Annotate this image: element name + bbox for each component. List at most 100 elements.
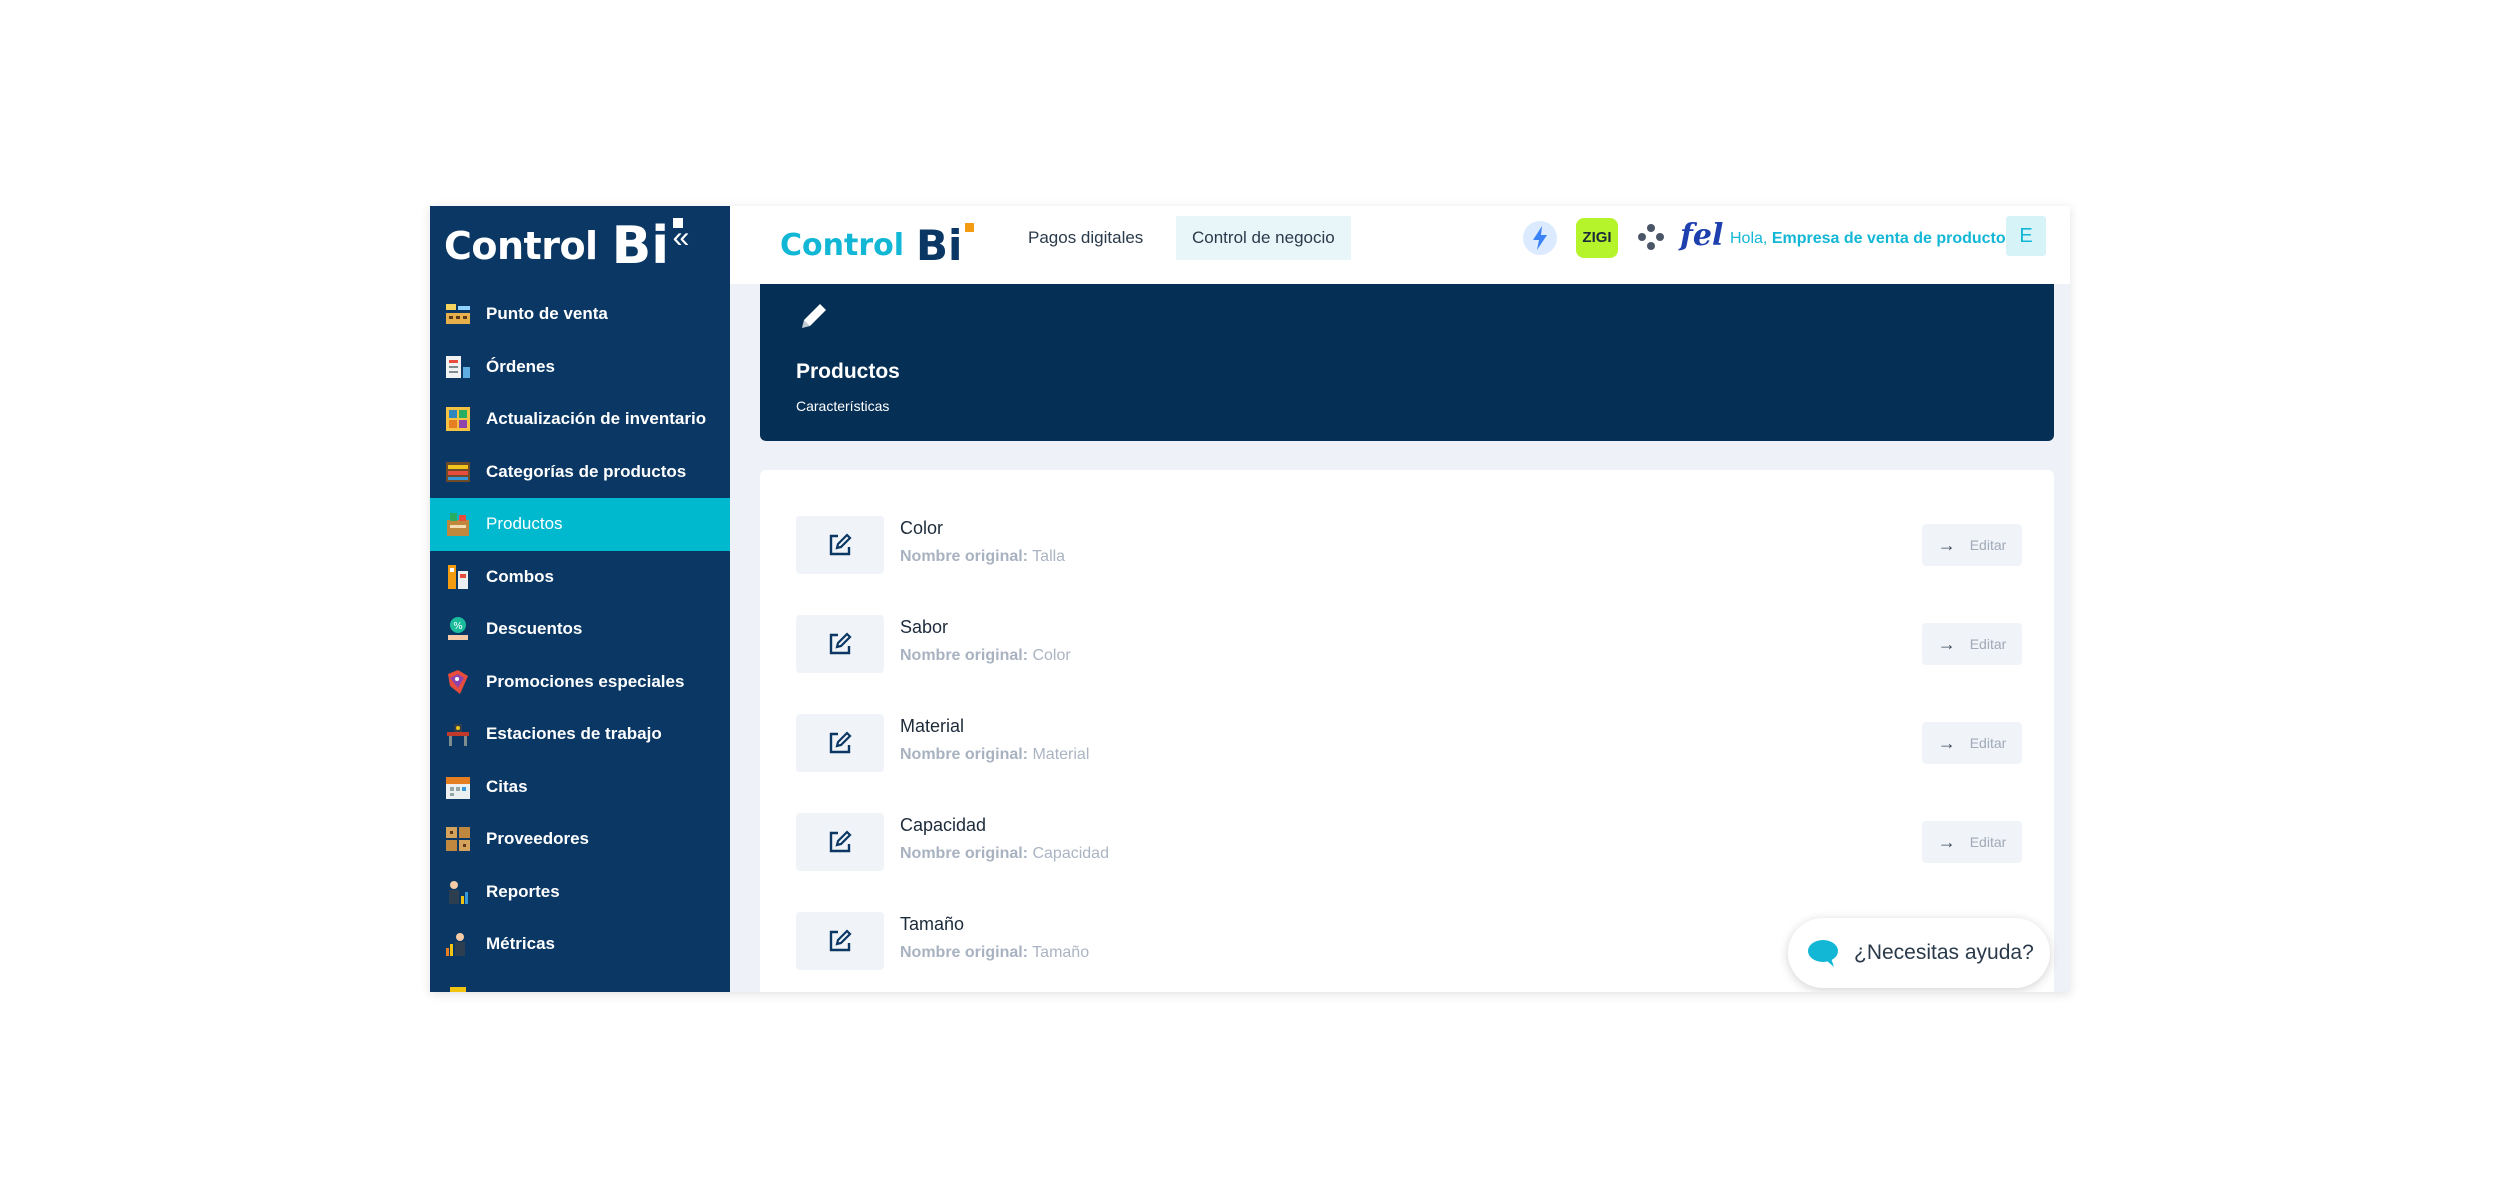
header-logo[interactable]: Control Bi	[780, 218, 975, 272]
editar-button[interactable]: → Editar	[1922, 623, 2022, 665]
workstations-icon	[447, 724, 469, 747]
sidebar-item-label: Descuentos	[486, 619, 583, 639]
feature-row: Sabor Nombre original: Color → Editar	[796, 613, 2022, 677]
sidebar-item-combos[interactable]: Combos	[430, 551, 730, 604]
sidebar-item-ordenes[interactable]: Órdenes	[430, 341, 730, 394]
sidebar-item-label: Estaciones de trabajo	[486, 724, 662, 744]
sidebar-item-reportes[interactable]: Reportes	[430, 866, 730, 919]
page-subtitle: Características	[796, 398, 890, 414]
feature-row: Material Nombre original: Material → Edit…	[796, 712, 2022, 776]
row-edit-button[interactable]	[796, 615, 884, 673]
products-icon	[447, 513, 469, 537]
suppliers-icon	[446, 827, 470, 852]
collapse-sidebar-icon[interactable]: «	[666, 220, 696, 256]
calendar-icon	[446, 776, 470, 799]
nav-pagos-digitales[interactable]: Pagos digitales	[1012, 216, 1159, 260]
greeting-prefix: Hola,	[1730, 230, 1768, 247]
greeting: Hola, Empresa de venta de productos	[1730, 230, 2015, 248]
editar-button[interactable]: → Editar	[1922, 722, 2022, 764]
row-edit-button[interactable]	[796, 516, 884, 574]
sidebar-menu: Punto de venta Órdenes Actualización de …	[430, 288, 730, 992]
sidebar-item-label: Promociones especiales	[486, 671, 685, 691]
feature-original: Nombre original: Color	[900, 647, 1071, 664]
arrow-right-icon: →	[1937, 831, 1956, 852]
zigi-label: ZIGI	[1582, 229, 1612, 246]
sidebar-logo[interactable]: Control Bi	[444, 216, 684, 276]
pencil-icon	[802, 304, 826, 328]
sidebar: Control Bi « Punto de venta Órdenes Actu…	[430, 206, 730, 992]
edit-square-icon	[829, 731, 852, 754]
sidebar-logo-mark: Bi	[612, 216, 684, 276]
lightning-icon[interactable]	[1522, 220, 1558, 256]
header-logo-mark: Bi	[916, 221, 975, 270]
fel-label: fel	[1680, 218, 1724, 253]
inventory-icon	[446, 407, 470, 432]
sidebar-item-label: Reportes	[486, 881, 560, 901]
sidebar-item-descuentos[interactable]: % Descuentos	[430, 603, 730, 656]
sidebar-item-categorias-productos[interactable]: Categorías de productos	[430, 446, 730, 499]
sidebar-item-label: Combos	[486, 566, 554, 586]
more-icon	[450, 986, 466, 992]
features-card: Color Nombre original: Talla → Editar Sab…	[760, 470, 2054, 992]
chat-bubble-icon	[1808, 940, 1838, 967]
help-label: ¿Necesitas ayuda?	[1854, 941, 2034, 964]
feature-row: Color Nombre original: Talla → Editar	[796, 514, 2022, 578]
svg-text:%: %	[453, 621, 463, 632]
sidebar-item-label: Punto de venta	[486, 304, 608, 324]
feature-name: Color	[900, 518, 944, 538]
sidebar-item-label: Métricas	[486, 934, 555, 954]
sidebar-item-actualizacion-inventario[interactable]: Actualización de inventario	[430, 393, 730, 446]
promotions-icon	[448, 669, 468, 694]
zigi-icon[interactable]: ZIGI	[1576, 218, 1618, 258]
arrow-right-icon: →	[1937, 633, 1956, 654]
cash-register-icon	[446, 304, 470, 325]
orders-icon	[446, 355, 470, 378]
row-edit-button[interactable]	[796, 912, 884, 970]
discounts-icon: %	[448, 617, 468, 641]
feature-name: Sabor	[900, 617, 949, 637]
edit-square-icon	[829, 830, 852, 853]
edit-square-icon	[829, 929, 852, 952]
row-edit-button[interactable]	[796, 813, 884, 871]
company-name: Empresa de venta de productos	[1771, 230, 2015, 247]
page-title: Productos	[796, 360, 900, 383]
feature-original: Nombre original: Capacidad	[900, 845, 1109, 862]
editar-button[interactable]: → Editar	[1922, 524, 2022, 566]
app-window: Control Bi « Punto de venta Órdenes Actu…	[430, 206, 2070, 992]
sidebar-item-label: Órdenes	[486, 356, 555, 376]
editar-label: Editar	[1969, 735, 2007, 751]
feature-original: Nombre original: Talla	[900, 548, 1066, 565]
sidebar-item-proveedores[interactable]: Proveedores	[430, 813, 730, 866]
page-banner: Productos Características	[760, 284, 2054, 441]
sidebar-item-label: Actualización de inventario	[486, 409, 707, 429]
help-chat-button[interactable]: ¿Necesitas ayuda?	[1788, 918, 2050, 988]
avatar[interactable]: E	[2006, 216, 2046, 256]
arrow-right-icon: →	[1937, 534, 1956, 555]
row-edit-button[interactable]	[796, 714, 884, 772]
sidebar-item-label: Proveedores	[486, 829, 589, 849]
editar-button[interactable]: → Editar	[1922, 821, 2022, 863]
edit-square-icon	[829, 533, 852, 556]
editar-label: Editar	[1969, 834, 2007, 850]
editar-label: Editar	[1969, 636, 2007, 652]
fel-logo-icon[interactable]: fel	[1680, 216, 1723, 256]
sidebar-item-promociones-especiales[interactable]: Promociones especiales	[430, 656, 730, 709]
feature-name: Material	[900, 716, 965, 736]
sidebar-item-label: Citas	[486, 776, 528, 796]
top-header: Control Bi Pagos digitales Control de ne…	[730, 206, 2070, 284]
editar-label: Editar	[1969, 537, 2007, 553]
reports-icon	[449, 880, 468, 904]
sidebar-item-estaciones-trabajo[interactable]: Estaciones de trabajo	[430, 708, 730, 761]
sidebar-item-citas[interactable]: Citas	[430, 761, 730, 814]
feature-row: Capacidad Nombre original: Capacidad → Ed…	[796, 811, 2022, 875]
sidebar-item-more[interactable]	[430, 971, 730, 992]
sidebar-item-metricas[interactable]: Métricas	[430, 918, 730, 971]
diamond-dots-icon[interactable]	[1636, 222, 1666, 252]
categories-icon	[446, 461, 470, 482]
feature-original: Nombre original: Material	[900, 746, 1090, 763]
sidebar-item-punto-de-venta[interactable]: Punto de venta	[430, 288, 730, 341]
feature-original: Nombre original: Tamaño	[900, 944, 1090, 961]
nav-control-de-negocio[interactable]: Control de negocio	[1176, 216, 1351, 260]
arrow-right-icon: →	[1937, 732, 1956, 753]
sidebar-item-productos[interactable]: Productos	[430, 498, 730, 551]
